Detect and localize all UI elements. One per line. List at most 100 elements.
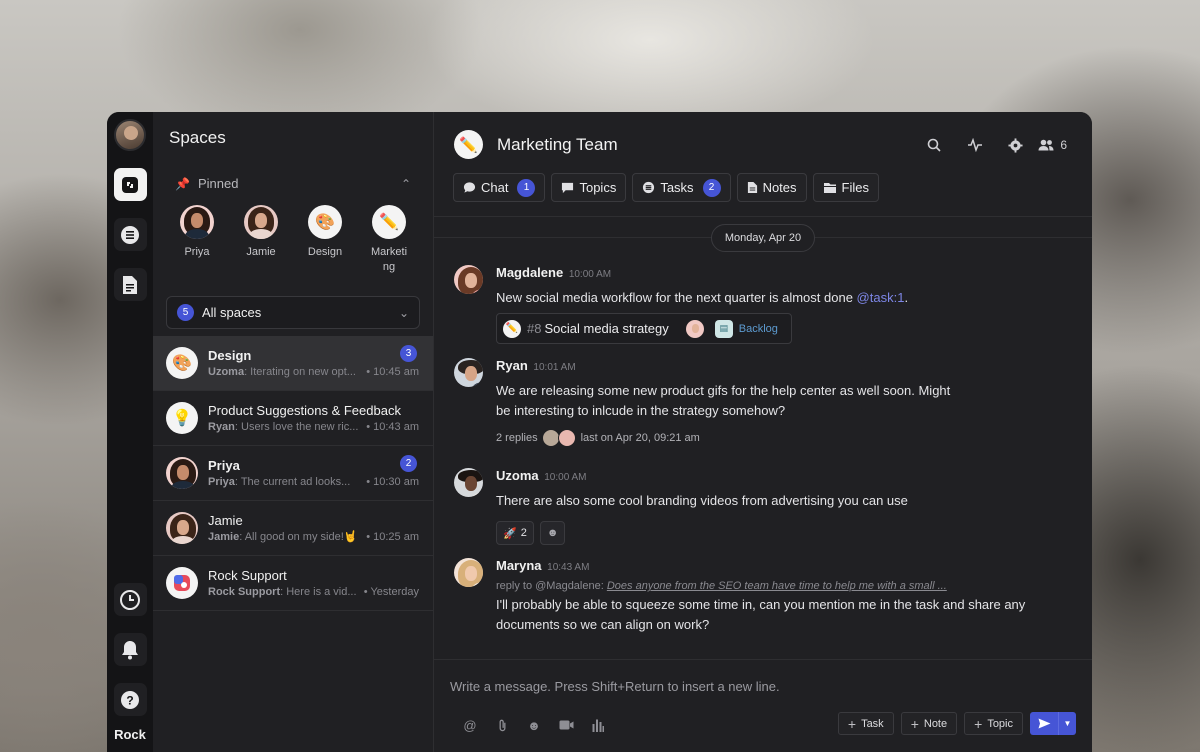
space-item-product-suggestions[interactable]: 💡 Product Suggestions & Feedback Ryan: U… xyxy=(153,391,433,446)
send-button[interactable]: ▼ xyxy=(1030,712,1076,735)
search-button[interactable] xyxy=(913,136,954,154)
message-text: New social media workflow for the next q… xyxy=(496,290,909,305)
plus-icon: + xyxy=(974,715,983,732)
add-reaction-button[interactable]: ☻ xyxy=(539,521,566,545)
pinned-item-priya[interactable]: Priya xyxy=(165,205,229,275)
space-item-priya[interactable]: Priya Priya: The current ad looks... • 1… xyxy=(153,446,433,501)
at-icon: @ xyxy=(463,717,477,733)
rock-logo-icon xyxy=(166,567,198,599)
mention-button[interactable]: @ xyxy=(454,716,486,734)
activity-button[interactable] xyxy=(954,136,995,154)
plus-icon: + xyxy=(910,715,919,732)
spaces-filter-label: All spaces xyxy=(202,305,262,320)
user-avatar[interactable] xyxy=(114,119,146,151)
message: Maryna 10:43 AM reply to @Magdalene: Doe… xyxy=(454,558,1062,635)
tasks-icon xyxy=(643,181,655,194)
pinned-label-marketing: Marketing xyxy=(370,246,408,273)
reactions: 🚀 2 ☻ xyxy=(496,521,908,545)
add-task-button[interactable]: + Task xyxy=(837,712,894,735)
pinned-section-header[interactable]: 📌 Pinned ⌃ xyxy=(153,160,433,191)
message-author: Maryna 10:43 AM xyxy=(496,558,590,573)
message-author: Ryan 10:01 AM xyxy=(496,358,576,373)
message-composer: Write a message. Press Shift+Return to i… xyxy=(434,659,1092,752)
space-name: Rock Support xyxy=(208,567,287,583)
reply-count: 2 replies xyxy=(496,432,538,444)
pinned-item-design[interactable]: 🎨 Design xyxy=(293,205,357,275)
priya-avatar xyxy=(180,205,214,239)
space-item-rock-support[interactable]: Rock Support Rock Support: Here is a vid… xyxy=(153,556,433,611)
space-item-jamie[interactable]: Jamie Jamie: All good on my side!🤘 • 10:… xyxy=(153,501,433,556)
message: Uzoma 10:00 AM There are also some cool … xyxy=(454,468,1062,545)
assignee-avatar xyxy=(685,319,704,338)
tab-label: Chat xyxy=(481,180,509,195)
clock-icon xyxy=(120,589,140,610)
unread-badge: 3 xyxy=(400,345,417,362)
pin-icon: 📌 xyxy=(175,176,190,191)
tab-label: Topics xyxy=(579,180,617,195)
members-button[interactable]: 6 xyxy=(1038,138,1067,152)
spaces-filter-dropdown[interactable]: 5 All spaces ⌄ xyxy=(166,296,420,329)
task-title: Social media strategy xyxy=(544,321,669,336)
pencil-icon: ✏️ xyxy=(372,205,406,239)
tab-chat[interactable]: Chat 1 xyxy=(453,173,546,202)
attach-button[interactable] xyxy=(486,716,518,734)
chevron-down-icon: ⌄ xyxy=(398,305,409,320)
poll-button[interactable] xyxy=(582,716,614,734)
message-text: I'll probably be able to squeeze some ti… xyxy=(496,597,1026,632)
task-status: ▤ Backlog xyxy=(714,319,778,338)
rail-notifications-button[interactable] xyxy=(113,633,147,666)
rail-list-button[interactable] xyxy=(113,218,147,251)
reply-quote[interactable]: reply to @Magdalene: Does anyone from th… xyxy=(496,580,1025,592)
reply-avatar xyxy=(541,429,560,447)
reaction-rocket[interactable]: 🚀 2 xyxy=(496,521,534,545)
spaces-icon xyxy=(122,176,138,193)
task-card[interactable]: ✏️ #8 Social media strategy ▤ Backlog xyxy=(496,313,792,344)
space-item-design[interactable]: 🎨 Design Uzoma: Iterating on new opt... … xyxy=(153,336,433,391)
space-name: Priya xyxy=(208,457,240,473)
maryna-avatar[interactable] xyxy=(454,558,483,587)
folder-icon xyxy=(823,182,836,193)
space-name: Jamie xyxy=(208,512,243,528)
send-icon xyxy=(1038,718,1050,729)
svg-text:?: ? xyxy=(126,693,133,707)
tab-label: Files xyxy=(841,180,869,195)
rail-help-button[interactable]: ? xyxy=(113,683,147,716)
rail-notes-button[interactable] xyxy=(113,268,147,301)
tab-topics[interactable]: Topics xyxy=(551,173,627,202)
ryan-avatar[interactable] xyxy=(454,358,483,387)
space-header: ✏️ Marketing Team 6 Chat 1 Topics Tasks … xyxy=(434,112,1092,217)
message: Magdalene 10:00 AM New social media work… xyxy=(454,265,1062,344)
message-input[interactable]: Write a message. Press Shift+Return to i… xyxy=(450,679,780,694)
rail-spaces-button[interactable] xyxy=(113,168,147,201)
palette-icon: 🎨 xyxy=(308,205,342,239)
message-author: Uzoma 10:00 AM xyxy=(496,468,587,483)
space-tabs: Chat 1 Topics Tasks 2 Notes Files xyxy=(453,173,1072,202)
space-preview: Ryan: Users love the new ric... • 10:43 … xyxy=(208,420,419,433)
space-list: 🎨 Design Uzoma: Iterating on new opt... … xyxy=(153,336,433,611)
add-topic-button[interactable]: + Topic xyxy=(964,712,1023,735)
pinned-item-jamie[interactable]: Jamie xyxy=(229,205,293,275)
uzoma-avatar[interactable] xyxy=(454,468,483,497)
member-count: 6 xyxy=(1060,138,1067,152)
emoji-button[interactable]: ☻ xyxy=(518,716,550,734)
backlog-icon: ▤ xyxy=(714,319,733,338)
jamie-avatar xyxy=(166,512,198,544)
add-note-button[interactable]: + Note xyxy=(900,712,958,735)
tab-files[interactable]: Files xyxy=(812,173,879,202)
thread-replies[interactable]: 2 replies last on Apr 20, 09:21 am xyxy=(496,429,950,447)
spaces-title: Spaces xyxy=(169,128,226,147)
tab-tasks[interactable]: Tasks 2 xyxy=(632,173,731,202)
rail-activity-button[interactable] xyxy=(113,583,147,616)
magdalene-avatar[interactable] xyxy=(454,265,483,294)
video-button[interactable] xyxy=(550,716,582,734)
task-mention-link[interactable]: @task:1 xyxy=(857,290,905,305)
paperclip-icon xyxy=(499,719,505,731)
send-options-chevron-icon[interactable]: ▼ xyxy=(1058,712,1076,735)
pinned-item-marketing[interactable]: ✏️ Marketing xyxy=(357,205,421,275)
tab-notes[interactable]: Notes xyxy=(736,173,807,202)
chevron-up-icon[interactable]: ⌃ xyxy=(401,177,411,191)
spaces-panel: Spaces 📌 Pinned ⌃ Priya Jamie 🎨 Design ✏… xyxy=(153,112,434,752)
settings-button[interactable] xyxy=(995,136,1036,154)
space-name: Product Suggestions & Feedback xyxy=(208,402,401,418)
space-preview: Rock Support: Here is a vid... • Yesterd… xyxy=(208,585,419,598)
